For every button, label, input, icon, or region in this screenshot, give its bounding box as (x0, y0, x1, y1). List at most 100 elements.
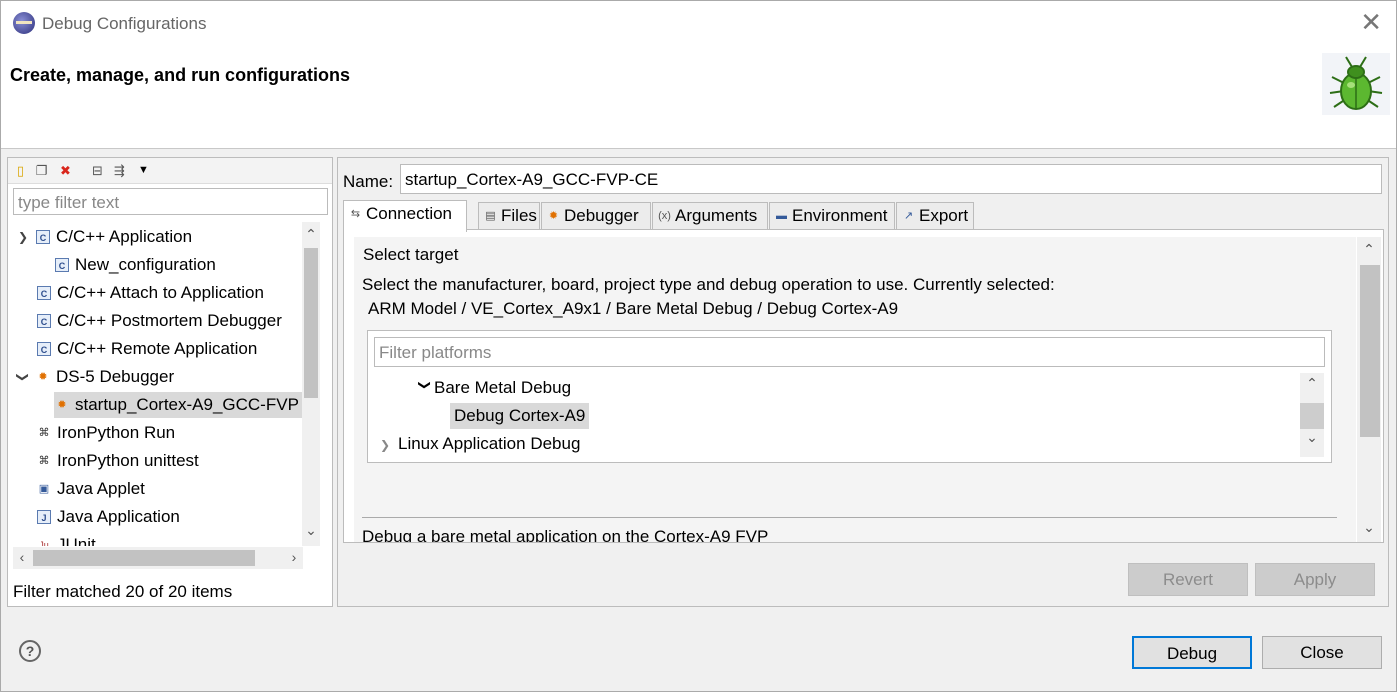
title-bar: Debug Configurations ✕ (1, 1, 1396, 49)
tree-item-java-applet[interactable]: ▣ Java Applet (36, 476, 302, 502)
tree-item-c-app[interactable]: ❯ C C/C++ Application (16, 224, 296, 250)
scroll-thumb[interactable] (1300, 403, 1324, 429)
operation-description: Debug a bare metal application on the Co… (362, 527, 769, 542)
tree-label: Java Application (57, 507, 180, 526)
c-app-icon: C (55, 258, 69, 272)
ds5-icon: ✹ (38, 371, 48, 383)
java-app-icon: J (37, 510, 51, 524)
scroll-up-icon[interactable]: ⌃ (1360, 241, 1378, 258)
dropdown-menu-icon[interactable]: ▼ (136, 163, 151, 178)
tree-label: IronPython unittest (57, 451, 199, 470)
scroll-up-icon[interactable]: ⌃ (302, 226, 320, 243)
new-config-icon[interactable]: ▯ (13, 163, 28, 178)
tree-item-java-application[interactable]: J Java Application (36, 504, 302, 530)
dialog-header: Create, manage, and run configurations (1, 49, 1396, 149)
header-title: Create, manage, and run configurations (10, 65, 351, 85)
scroll-up-icon[interactable]: ⌃ (1303, 375, 1321, 392)
delete-icon[interactable]: ✖ (58, 163, 73, 178)
duplicate-icon[interactable]: ❐ (34, 163, 49, 178)
tree-label: Linux Application Debug (398, 434, 581, 453)
tree-item-c-attach[interactable]: C C/C++ Attach to Application (36, 280, 302, 306)
scroll-thumb[interactable] (304, 248, 318, 398)
tree-item-junit[interactable]: Ju JUnit (36, 532, 302, 546)
close-button[interactable]: Close (1262, 636, 1382, 669)
tree-item-c-remote[interactable]: C C/C++ Remote Application (36, 336, 302, 362)
tree-item-ironpython-run[interactable]: ⌘ IronPython Run (36, 420, 302, 446)
tree-vertical-scrollbar[interactable]: ⌃ ⌄ (302, 222, 320, 546)
divider (362, 517, 1337, 518)
tree-label: startup_Cortex-A9_GCC-FVP (75, 395, 299, 414)
tree-item-ds5[interactable]: ❯ ✹ DS-5 Debugger (16, 364, 302, 390)
scroll-left-icon[interactable]: ‹ (13, 549, 31, 565)
debugger-icon: ✹ (548, 210, 559, 222)
c-app-icon: C (36, 230, 50, 244)
c-app-icon: C (37, 314, 51, 328)
expand-icon[interactable]: ❯ (412, 380, 438, 398)
tab-files[interactable]: ▤ Files (478, 202, 540, 230)
tree-item-ironpython-unittest[interactable]: ⌘ IronPython unittest (36, 448, 302, 474)
collapse-all-icon[interactable]: ⊟ (90, 163, 105, 178)
python-icon: ⌘ (38, 427, 50, 439)
expand-icon[interactable]: ❯ (380, 432, 398, 458)
tree-label: DS-5 Debugger (56, 367, 175, 386)
configuration-editor-panel: Name: startup_Cortex-A9_GCC-FVP-CE ⇆ Con… (337, 157, 1389, 607)
tree-horizontal-scrollbar[interactable]: ‹ › (13, 547, 303, 569)
eclipse-icon (13, 12, 35, 34)
content-vertical-scrollbar[interactable]: ⌃ ⌄ (1357, 237, 1381, 542)
connection-tab-content: Select target Select the manufacturer, b… (343, 229, 1384, 543)
tab-connection[interactable]: ⇆ Connection (343, 200, 467, 232)
scroll-down-icon[interactable]: ⌄ (1303, 429, 1321, 446)
tab-export[interactable]: ↗ Export (896, 202, 974, 230)
platform-filter-input[interactable]: Filter platforms (374, 337, 1325, 367)
tree-item-startup-config[interactable]: ✹ startup_Cortex-A9_GCC-FVP (54, 392, 302, 418)
tab-label: Environment (792, 206, 888, 225)
scroll-right-icon[interactable]: › (285, 549, 303, 565)
scroll-thumb[interactable] (33, 550, 255, 566)
c-app-icon: C (37, 342, 51, 356)
filter-status: Filter matched 20 of 20 items (13, 582, 233, 601)
tree-item-new-config[interactable]: C New_configuration (54, 252, 294, 278)
tab-label: Export (919, 206, 969, 225)
filter-input[interactable]: type filter text (13, 188, 328, 215)
help-icon[interactable]: ? (19, 640, 41, 662)
left-toolbar: ▯ ❐ ✖ ⊟ ⇶ ▼ (8, 158, 332, 184)
scroll-down-icon[interactable]: ⌄ (1360, 519, 1378, 536)
target-description: Select the manufacturer, board, project … (362, 275, 1055, 294)
tree-label: C/C++ Attach to Application (57, 283, 264, 302)
close-window-icon[interactable]: ✕ (1360, 9, 1382, 35)
apply-button[interactable]: Apply (1255, 563, 1375, 596)
scroll-thumb[interactable] (1360, 265, 1380, 437)
platform-tree-item-debug-cortex[interactable]: Debug Cortex-A9 (450, 403, 590, 429)
tree-label: New_configuration (75, 255, 216, 274)
ds5-icon: ✹ (57, 399, 67, 411)
platform-selector: Filter platforms ❯ Bare Metal Debug Debug… (367, 330, 1332, 463)
junit-icon: Ju (39, 540, 49, 546)
tab-label: Debugger (564, 206, 639, 225)
name-field[interactable]: startup_Cortex-A9_GCC-FVP-CE (400, 164, 1382, 194)
tree-item-c-postmortem[interactable]: C C/C++ Postmortem Debugger (36, 308, 302, 334)
debug-bug-icon (1322, 53, 1390, 115)
filter-icon[interactable]: ⇶ (112, 163, 127, 178)
java-applet-icon: ▣ (38, 483, 50, 495)
revert-button[interactable]: Revert (1128, 563, 1248, 596)
tab-label: Connection (366, 204, 453, 223)
tab-arguments[interactable]: (x) Arguments (652, 202, 768, 230)
scroll-down-icon[interactable]: ⌄ (302, 522, 320, 539)
window-title: Debug Configurations (42, 14, 207, 33)
tab-debugger[interactable]: ✹ Debugger (541, 202, 651, 230)
debug-button[interactable]: Debug (1132, 636, 1252, 669)
configuration-list-panel: ▯ ❐ ✖ ⊟ ⇶ ▼ type filter text ❯ C C/C++ A… (7, 157, 333, 607)
platform-tree-item-linux[interactable]: ❯ Linux Application Debug (380, 431, 580, 457)
tree-label: Bare Metal Debug (434, 378, 572, 397)
expand-icon[interactable]: ❯ (16, 224, 30, 250)
tab-label: Arguments (675, 206, 758, 225)
target-selection-area: Select target Select the manufacturer, b… (354, 237, 1356, 542)
c-app-icon: C (37, 286, 51, 300)
tree-label: C/C++ Postmortem Debugger (57, 311, 282, 330)
platform-scrollbar[interactable]: ⌃ ⌄ (1300, 373, 1324, 457)
expand-icon[interactable]: ❯ (10, 370, 36, 384)
debug-configurations-dialog: Debug Configurations ✕ Create, manage, a… (0, 0, 1397, 692)
platform-tree-item-bare-metal[interactable]: ❯ Bare Metal Debug (416, 375, 571, 401)
current-selection: ARM Model / VE_Cortex_A9x1 / Bare Metal … (368, 299, 899, 318)
tab-environment[interactable]: ▬ Environment (769, 202, 895, 230)
